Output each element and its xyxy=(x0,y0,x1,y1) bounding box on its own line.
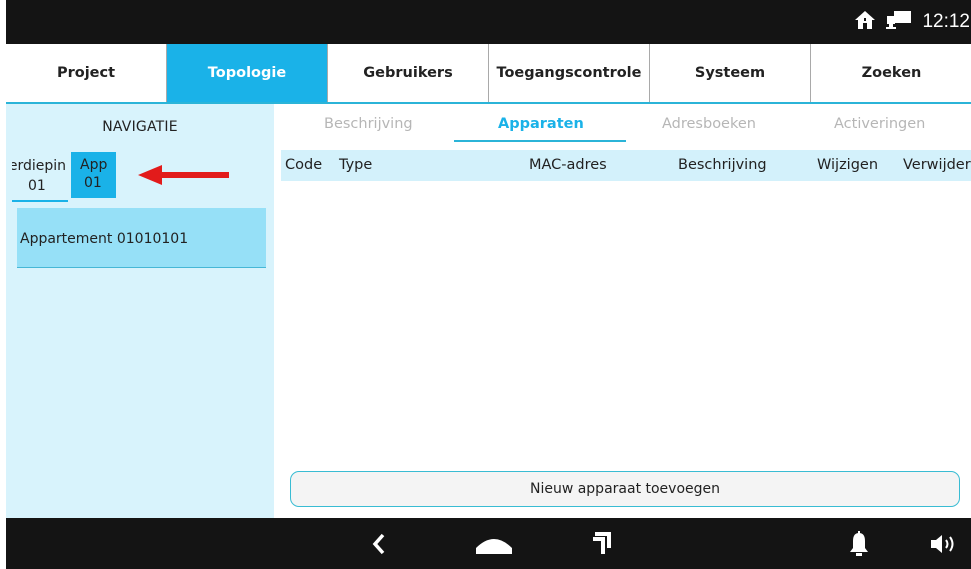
volume-icon[interactable] xyxy=(926,518,962,569)
navigation-sidebar: NAVIGATIE Verdiepin 01 App 01 Appartemen… xyxy=(6,104,274,518)
subtab-activeringen[interactable]: Activeringen xyxy=(834,116,925,132)
sidebar-item-apartment[interactable]: Appartement 01010101 xyxy=(17,208,266,268)
bottom-navigation-bar xyxy=(6,518,971,569)
column-type: Type xyxy=(339,157,373,173)
home-icon xyxy=(854,10,876,34)
column-delete: Verwijderen xyxy=(903,157,971,173)
column-description: Beschrijving xyxy=(678,157,767,173)
breadcrumb-floor-number: 01 xyxy=(28,178,46,194)
breadcrumb-apartment[interactable]: App 01 xyxy=(71,152,116,198)
devices-table-header: Code Type MAC-adres Beschrijving Wijzige… xyxy=(281,150,971,181)
subtab-beschrijving[interactable]: Beschrijving xyxy=(324,116,413,132)
column-code: Code xyxy=(285,157,323,173)
column-mac-address: MAC-adres xyxy=(529,157,607,173)
status-time: 12:12 xyxy=(922,11,970,32)
sidebar-item-label: Appartement 01010101 xyxy=(20,231,189,247)
tab-gebruikers[interactable]: Gebruikers xyxy=(328,44,489,102)
subtab-apparaten[interactable]: Apparaten xyxy=(498,116,584,132)
sub-tab-bar: Beschrijving Apparaten Adresboeken Activ… xyxy=(274,110,971,144)
status-icons: 12:12 xyxy=(854,0,970,44)
tab-toegangscontrole[interactable]: Toegangscontrole xyxy=(489,44,650,102)
red-arrow-annotation xyxy=(138,165,229,185)
active-subtab-indicator xyxy=(454,140,626,142)
breadcrumb-floor[interactable]: Verdiepin 01 xyxy=(12,153,68,202)
status-bar: 12:12 xyxy=(6,0,971,44)
tab-project[interactable]: Project xyxy=(6,44,167,102)
add-device-button[interactable]: Nieuw apparaat toevoegen xyxy=(290,471,960,507)
back-icon[interactable] xyxy=(364,518,394,569)
recent-apps-icon[interactable] xyxy=(586,518,616,569)
breadcrumb-apartment-number: 01 xyxy=(84,175,102,191)
network-icon xyxy=(886,10,912,34)
bell-icon[interactable] xyxy=(844,518,874,569)
tab-systeem[interactable]: Systeem xyxy=(650,44,811,102)
breadcrumb-apartment-label: App xyxy=(80,157,108,173)
home-icon[interactable] xyxy=(472,518,516,569)
subtab-adresboeken[interactable]: Adresboeken xyxy=(662,116,756,132)
tab-topologie[interactable]: Topologie xyxy=(167,44,328,102)
left-edge xyxy=(0,0,6,569)
tab-zoeken[interactable]: Zoeken xyxy=(811,44,971,102)
column-edit: Wijzigen xyxy=(817,157,879,173)
navigation-title: NAVIGATIE xyxy=(102,119,178,135)
app-frame: 12:12 Project Topologie Gebruikers Toega… xyxy=(0,0,971,569)
main-tab-bar: Project Topologie Gebruikers Toegangscon… xyxy=(6,44,971,104)
breadcrumb-floor-label: Verdiepin xyxy=(12,158,66,174)
